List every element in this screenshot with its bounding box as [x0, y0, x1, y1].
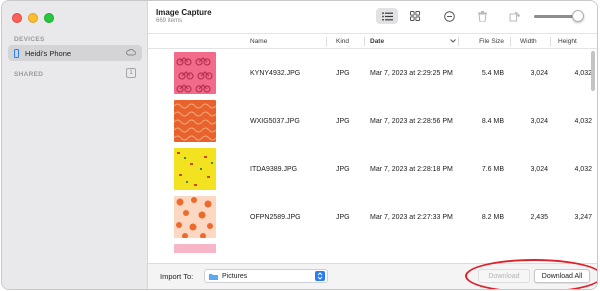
- shared-heading: SHARED: [14, 71, 44, 78]
- close-window-button[interactable]: [12, 13, 22, 23]
- list-view-button[interactable]: [376, 8, 398, 24]
- download-all-button[interactable]: Download All: [534, 269, 590, 283]
- image-height: 4,032: [574, 166, 592, 173]
- slider-knob[interactable]: [572, 10, 584, 22]
- sidebar-item-device[interactable]: Heidi's Phone: [8, 45, 142, 61]
- download-button[interactable]: Download: [478, 269, 530, 283]
- import-to-label: Import To:: [160, 272, 194, 281]
- file-date: Mar 7, 2023 at 2:29:25 PM: [370, 70, 453, 77]
- file-size: 7.6 MB: [481, 166, 504, 173]
- thumbnail-size-slider[interactable]: [534, 10, 584, 22]
- file-size: 8.4 MB: [481, 118, 504, 125]
- column-date[interactable]: Date: [370, 38, 384, 45]
- minimize-window-button[interactable]: [28, 13, 38, 23]
- column-height[interactable]: Height: [558, 38, 577, 45]
- table-row[interactable]: WXIG5037.JPG JPG Mar 7, 2023 at 2:28:56 …: [148, 97, 597, 145]
- main-content: Image Capture 669 items Name Kind Date F…: [148, 1, 597, 289]
- file-kind: JPG: [336, 214, 350, 221]
- list-view-icon: [381, 11, 393, 21]
- file-kind: JPG: [336, 70, 350, 77]
- sidebar: DEVICES Heidi's Phone SHARED 1: [2, 1, 148, 289]
- column-kind[interactable]: Kind: [336, 38, 349, 45]
- ellipsis-circle-icon: [443, 10, 455, 22]
- toolbar: Image Capture 669 items: [148, 1, 597, 33]
- image-capture-window: DEVICES Heidi's Phone SHARED 1 Image Cap…: [1, 0, 598, 290]
- delete-button[interactable]: [474, 8, 490, 24]
- rotate-icon: [509, 11, 520, 21]
- column-divider: [326, 37, 327, 46]
- column-file-size[interactable]: File Size: [464, 38, 504, 45]
- phone-icon: [14, 48, 19, 58]
- file-kind: JPG: [336, 118, 350, 125]
- table-row[interactable]: ITDA9389.JPG JPG Mar 7, 2023 at 2:28:18 …: [148, 145, 597, 193]
- file-name: KYNY4932.JPG: [250, 70, 301, 77]
- cloud-icon: [126, 49, 136, 56]
- photo-thumbnail: [174, 52, 216, 94]
- image-width: 3,024: [530, 118, 548, 125]
- folder-icon: [209, 273, 218, 280]
- table-row[interactable]: KYNY4932.JPG JPG Mar 7, 2023 at 2:29:25 …: [148, 49, 597, 97]
- zoom-window-button[interactable]: [44, 13, 54, 23]
- more-actions-button[interactable]: [441, 8, 457, 24]
- column-header-row: Name Kind Date File Size Width Height: [148, 33, 597, 49]
- import-bar: Import To: Pictures Download Download Al…: [148, 259, 597, 289]
- window-controls: [12, 13, 54, 23]
- photo-thumbnail: [174, 244, 216, 253]
- import-destination-value: Pictures: [222, 272, 248, 280]
- file-kind: JPG: [336, 166, 350, 173]
- column-divider: [364, 37, 365, 46]
- rotate-button[interactable]: [506, 8, 522, 24]
- photo-thumbnail: [174, 100, 216, 142]
- image-height: 4,032: [574, 70, 592, 77]
- image-width: 3,024: [530, 166, 548, 173]
- vertical-scrollbar[interactable]: [591, 51, 595, 91]
- file-name: ITDA9389.JPG: [250, 166, 298, 173]
- import-destination-select[interactable]: Pictures: [204, 269, 328, 283]
- image-height: 3,247: [574, 214, 592, 221]
- file-name: OFPN2589.JPG: [250, 214, 301, 221]
- column-width[interactable]: Width: [520, 38, 537, 45]
- file-name: WXIG5037.JPG: [250, 118, 300, 125]
- grid-view-button[interactable]: [404, 8, 426, 24]
- photo-thumbnail: [174, 148, 216, 190]
- file-date: Mar 7, 2023 at 2:28:56 PM: [370, 118, 453, 125]
- photo-list: KYNY4932.JPG JPG Mar 7, 2023 at 2:29:25 …: [148, 49, 597, 253]
- devices-heading: DEVICES: [14, 36, 45, 43]
- image-width: 3,024: [530, 70, 548, 77]
- grid-view-icon: [410, 11, 420, 21]
- file-size: 8.2 MB: [481, 214, 504, 221]
- window-title: Image Capture: [156, 8, 212, 17]
- table-row[interactable]: [148, 241, 597, 253]
- column-name[interactable]: Name: [250, 38, 267, 45]
- chevron-updown-icon: [315, 271, 325, 281]
- trash-icon: [477, 10, 487, 22]
- image-height: 4,032: [574, 118, 592, 125]
- file-date: Mar 7, 2023 at 2:27:33 PM: [370, 214, 453, 221]
- column-divider: [510, 37, 511, 46]
- sort-chevron-icon: [450, 39, 456, 43]
- device-name: Heidi's Phone: [25, 48, 72, 58]
- table-row[interactable]: OFPN2589.JPG JPG Mar 7, 2023 at 2:27:33 …: [148, 193, 597, 241]
- shared-count-badge: 1: [126, 68, 136, 78]
- column-divider: [458, 37, 459, 46]
- image-width: 2,435: [530, 214, 548, 221]
- file-size: 5.4 MB: [481, 70, 504, 77]
- photo-thumbnail: [174, 196, 216, 238]
- file-date: Mar 7, 2023 at 2:28:18 PM: [370, 166, 453, 173]
- item-count: 669 items: [156, 18, 183, 24]
- column-divider: [550, 37, 551, 46]
